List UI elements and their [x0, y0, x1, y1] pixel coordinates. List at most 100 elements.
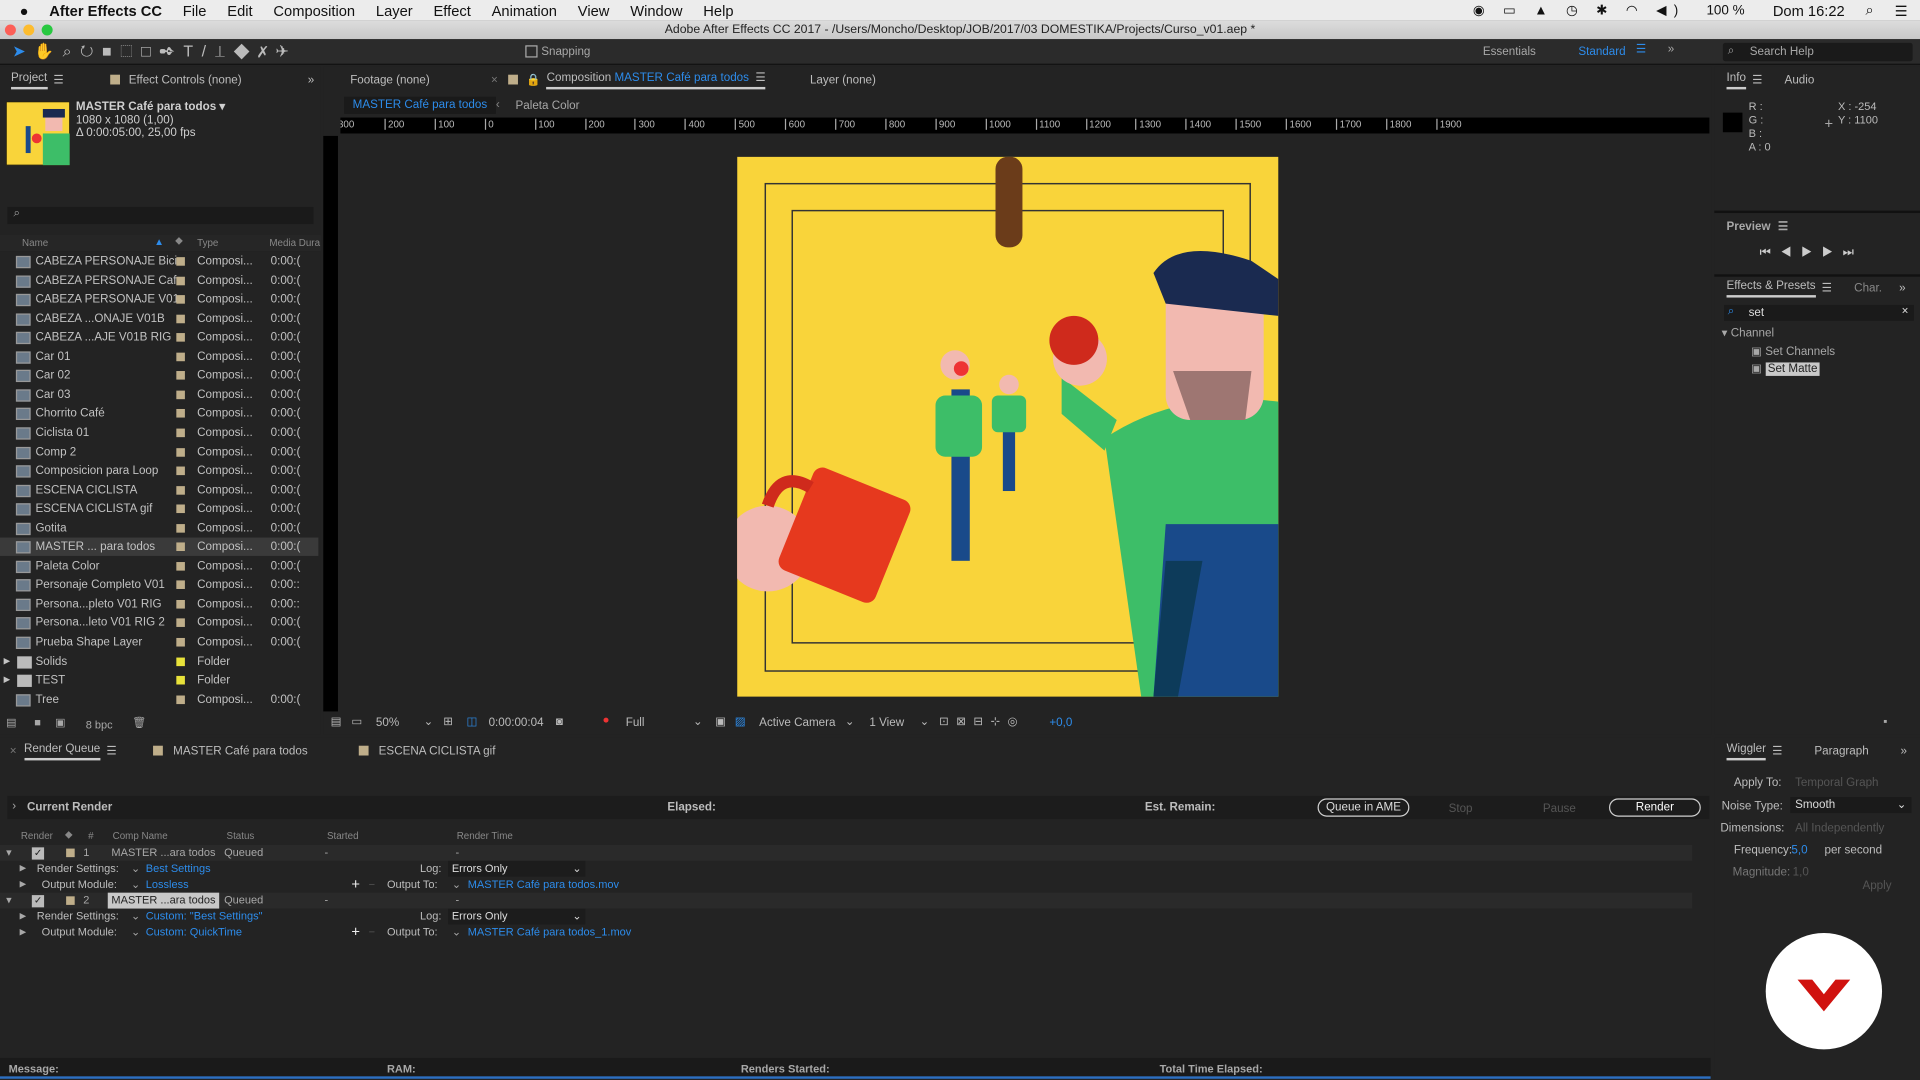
zoom-chevron-icon[interactable]: ⌄: [424, 715, 434, 728]
pause-button[interactable]: Pause: [1543, 802, 1576, 815]
tab-footage[interactable]: Footage (none): [350, 73, 430, 86]
brush-tool-icon[interactable]: /: [202, 42, 215, 60]
composition-tab-name[interactable]: MASTER Café para todos: [614, 70, 748, 83]
project-item[interactable]: MASTER ... para todos Composi... 0:00:(: [0, 537, 319, 557]
tab-audio[interactable]: Audio: [1785, 73, 1815, 86]
menu-animation[interactable]: Animation: [492, 2, 557, 19]
effect-set-channels[interactable]: ▣ Set Channels: [1751, 345, 1835, 358]
project-search-input[interactable]: ⌕: [7, 206, 314, 225]
roto-tool-icon[interactable]: ✗: [258, 42, 276, 60]
project-item[interactable]: CABEZA PERSONAJE Bici Composi... 0:00:(: [0, 252, 318, 270]
project-item[interactable]: CABEZA PERSONAJE Cafe Composi... 0:00:(: [0, 271, 318, 289]
comp-info-name[interactable]: MASTER Café para todos ▾: [76, 100, 225, 113]
disclosure-triangle-icon[interactable]: ▶: [20, 861, 27, 877]
label-swatch[interactable]: [176, 599, 185, 609]
camera-select[interactable]: Active Camera: [759, 716, 835, 729]
comp-name[interactable]: MASTER ...ara todos: [107, 892, 220, 909]
effects-category-channel[interactable]: ▾ Channel: [1722, 327, 1774, 340]
project-item[interactable]: Prueba Shape Layer Composi... 0:00:(: [0, 633, 318, 651]
rotate-tool-icon[interactable]: ↻: [80, 42, 102, 60]
clock[interactable]: Dom 16:22: [1773, 2, 1845, 19]
type-tool-icon[interactable]: T: [183, 42, 201, 60]
expand-icon[interactable]: ›: [12, 800, 16, 813]
expand-icon[interactable]: ▾: [6, 845, 12, 861]
last-frame-icon[interactable]: ⏭: [1843, 246, 1864, 259]
label-swatch[interactable]: [176, 656, 185, 666]
label-swatch[interactable]: [176, 428, 185, 438]
render-settings-row[interactable]: ▶ Render Settings: ⌄ Custom: "Best Settings…: [0, 908, 1692, 925]
column-type[interactable]: Type: [197, 238, 218, 249]
new-comp-icon[interactable]: ▣: [55, 716, 65, 729]
transparency-grid-icon[interactable]: ▨: [735, 715, 746, 728]
output-to-value[interactable]: MASTER Café para todos_1.mov: [468, 924, 632, 940]
apple-icon[interactable]: ●: [20, 2, 29, 19]
lock-icon[interactable]: 🔒: [526, 73, 541, 86]
zoom-select[interactable]: 50%: [376, 716, 399, 729]
shape-tool-icon[interactable]: □: [141, 42, 159, 60]
remove-output-icon[interactable]: −: [369, 924, 375, 940]
add-output-icon[interactable]: +: [351, 876, 360, 893]
menu-file[interactable]: File: [183, 2, 207, 19]
label-swatch[interactable]: [176, 333, 185, 342]
menu-window[interactable]: Window: [630, 2, 682, 19]
panel-expand-icon[interactable]: »: [1901, 744, 1907, 757]
tab-render-queue[interactable]: Render Queue: [23, 741, 101, 760]
project-item[interactable]: Personaje Completo V01 Composi... 0:00::: [0, 576, 318, 594]
column-status[interactable]: Status: [227, 830, 255, 841]
project-item[interactable]: CABEZA ...AJE V01B RIG Composi... 0:00:(: [0, 328, 318, 346]
project-item[interactable]: Car 01 Composi... 0:00:(: [0, 347, 318, 365]
comp-name[interactable]: MASTER ...ara todos: [108, 845, 219, 861]
clear-search-icon[interactable]: ×: [1902, 305, 1909, 318]
new-folder-icon[interactable]: ■: [34, 716, 41, 728]
resolution-chevron-icon[interactable]: ⌄: [693, 715, 703, 728]
render-settings-value[interactable]: Best Settings: [146, 861, 211, 877]
render-settings-value[interactable]: Custom: "Best Settings": [146, 909, 263, 925]
close-tab-icon[interactable]: ×: [491, 73, 498, 86]
hand-tool-icon[interactable]: ✋: [34, 42, 62, 60]
label-swatch[interactable]: [176, 618, 185, 628]
project-item[interactable]: Gotita Composi... 0:00:(: [0, 519, 318, 537]
panel-expand-icon[interactable]: »: [1899, 281, 1905, 294]
mask-visibility-icon[interactable]: ◫: [467, 715, 478, 728]
stop-button[interactable]: Stop: [1449, 802, 1473, 815]
breadcrumb-current[interactable]: MASTER Café para todos: [344, 96, 496, 114]
apply-to-select[interactable]: Temporal Graph: [1795, 776, 1878, 789]
status-icons[interactable]: ◉ ▭ ▲ ◷ ✱ ◠ ◀): [1473, 2, 1686, 19]
project-item[interactable]: ESCENA CICLISTA Composi... 0:00:(: [0, 481, 318, 499]
next-frame-icon[interactable]: ▶: [1822, 246, 1843, 259]
label-column-icon[interactable]: ◆: [65, 829, 73, 840]
label-swatch[interactable]: [176, 390, 185, 399]
chevron-down-icon[interactable]: ⌄: [131, 861, 140, 877]
label-column-icon[interactable]: ◆: [175, 235, 183, 246]
camera-chevron-icon[interactable]: ⌄: [845, 715, 855, 728]
battery-text[interactable]: 100 %: [1706, 3, 1744, 18]
trash-icon[interactable]: 🗑: [132, 716, 146, 729]
output-module-row[interactable]: ▶ Output Module: ⌄ Custom: QuickTime + − Outpu…: [0, 924, 1692, 940]
output-module-value[interactable]: Lossless: [146, 877, 189, 893]
horizontal-ruler[interactable]: 3002001000100200300400500600700800900100…: [340, 117, 1710, 134]
project-item[interactable]: Persona...leto V01 RIG 2 Composi... 0:00:(: [0, 614, 318, 632]
disclosure-triangle-icon[interactable]: ▶: [4, 652, 11, 670]
workspace-menu-icon[interactable]: ☰: [1636, 43, 1646, 56]
render-queue-item[interactable]: ▾ ✓ 1 MASTER ...ara todos Queued - -: [0, 844, 1693, 861]
column-duration[interactable]: Media Dura: [269, 238, 320, 249]
project-item[interactable]: Composicion para Loop Composi... 0:00:(: [0, 462, 318, 480]
expand-icon[interactable]: ▾: [6, 893, 12, 909]
breadcrumb-paleta[interactable]: Paleta Color: [516, 99, 580, 112]
close-window-button[interactable]: [4, 24, 16, 36]
column-number[interactable]: #: [88, 830, 93, 841]
tab-paragraph[interactable]: Paragraph: [1814, 744, 1868, 757]
label-swatch[interactable]: [176, 504, 185, 514]
vertical-ruler[interactable]: [323, 135, 338, 712]
label-swatch[interactable]: [176, 371, 185, 380]
app-menu[interactable]: After Effects CC: [49, 2, 162, 19]
prev-frame-icon[interactable]: ◀: [1780, 246, 1801, 259]
chevron-down-icon[interactable]: ⌄: [452, 877, 461, 893]
resolution-select[interactable]: Full: [626, 716, 645, 729]
label-swatch[interactable]: [176, 637, 185, 647]
tab-info[interactable]: Info: [1726, 70, 1746, 89]
tab-effect-controls[interactable]: Effect Controls (none): [129, 73, 242, 86]
snapping-checkbox[interactable]: [525, 45, 538, 58]
column-render[interactable]: Render: [21, 830, 53, 841]
composition-canvas[interactable]: [737, 156, 1279, 697]
